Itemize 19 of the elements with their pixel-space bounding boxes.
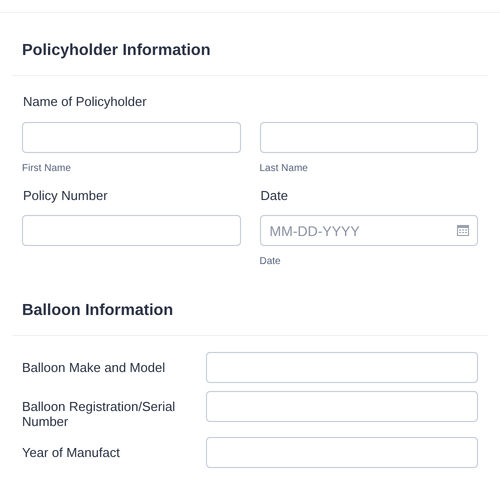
input-field[interactable] [260,122,478,152]
section-heading: Policyholder Information [21,41,212,61]
field-label: Balloon Make and Model [22,360,166,375]
field-label: Date [260,186,289,204]
field-hint: Date [260,255,282,269]
input-field[interactable]: MM-DD-YYYY [260,215,478,246]
field-hint: Last Name [260,162,309,176]
field-label: Balloon Registration/Serial Number [22,399,176,429]
input-field[interactable] [22,215,240,246]
field-label: Policy Number [23,186,109,205]
input-field[interactable] [206,437,478,468]
section-heading: Balloon Information [21,301,174,321]
calendar-icon[interactable] [457,225,469,236]
input-field[interactable] [22,122,240,152]
field-label: Name of Policyholder [23,93,148,111]
field-label: Year of Manufact [22,445,121,460]
input-field[interactable] [206,391,478,422]
field-hint: First Name [22,162,72,176]
input-field[interactable] [206,352,478,383]
